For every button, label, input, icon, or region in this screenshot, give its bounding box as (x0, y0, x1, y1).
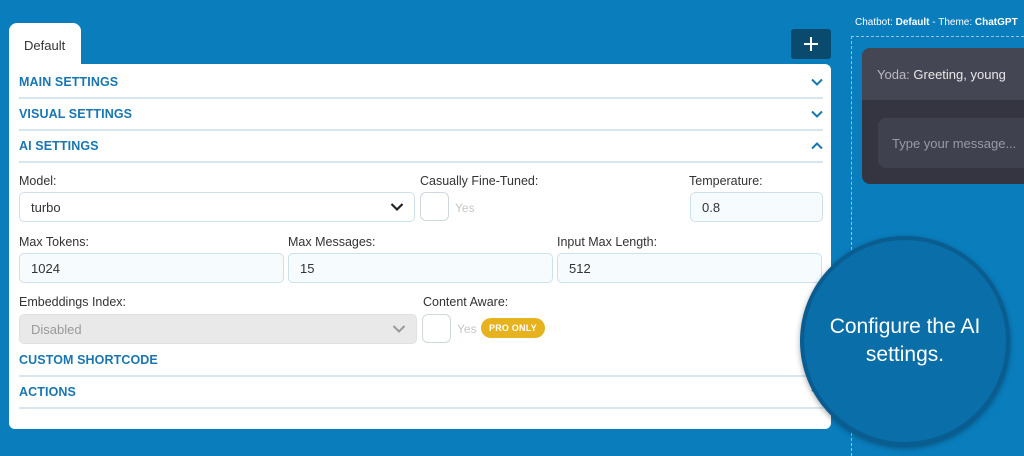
content-aware-yes-label: Yes (457, 322, 477, 336)
section-title: AI SETTINGS (19, 139, 99, 153)
add-chatbot-button[interactable] (791, 29, 831, 59)
section-main-settings[interactable]: MAIN SETTINGS (19, 67, 823, 99)
info-separator: - (929, 17, 939, 28)
content-aware-label: Content Aware: (423, 295, 509, 309)
chat-message-input[interactable]: Type your message... (878, 118, 1024, 168)
input-max-length-value: 512 (569, 261, 591, 276)
chevron-down-icon (811, 78, 823, 86)
chevron-up-icon (811, 142, 823, 150)
model-label: Model: (19, 174, 57, 188)
input-max-length-label: Input Max Length: (557, 235, 658, 249)
chatbot-preview: Yoda: Greeting, young Type your message.… (862, 48, 1024, 184)
tab-label: Default (24, 38, 66, 53)
section-ai-settings[interactable]: AI SETTINGS (19, 131, 823, 163)
chevron-down-icon (811, 110, 823, 118)
section-title: VISUAL SETTINGS (19, 107, 133, 121)
callout-bubble: Configure the AI settings. (800, 236, 1010, 446)
model-select[interactable]: turbo (19, 192, 415, 222)
message-text: Greeting, young (913, 67, 1006, 82)
message-sender: Yoda: (877, 67, 910, 82)
section-title: ACTIONS (19, 385, 76, 399)
tab-default[interactable]: Default (9, 23, 81, 65)
max-messages-input[interactable]: 15 (288, 253, 553, 283)
chatbot-value: Default (895, 17, 930, 28)
max-tokens-label: Max Tokens: (19, 235, 89, 249)
content-aware-checkbox[interactable] (422, 314, 451, 343)
theme-label: Theme: (938, 17, 973, 28)
fine-tuned-label: Casually Fine-Tuned: (420, 174, 539, 188)
max-messages-value: 15 (300, 261, 315, 276)
embeddings-index-value: Disabled (31, 322, 82, 337)
chat-message: Yoda: Greeting, young (862, 48, 1024, 100)
chatbot-label: Chatbot: (855, 17, 893, 28)
plus-icon (804, 37, 818, 51)
temperature-value: 0.8 (702, 200, 721, 215)
max-tokens-value: 1024 (31, 261, 60, 276)
chat-input-placeholder: Type your message... (892, 136, 1017, 151)
callout-text: Configure the AI settings. (829, 315, 981, 366)
section-visual-settings[interactable]: VISUAL SETTINGS (19, 99, 823, 131)
input-max-length-input[interactable]: 512 (557, 253, 822, 283)
model-value: turbo (31, 200, 61, 215)
chevron-down-icon (390, 203, 404, 212)
embeddings-index-select[interactable]: Disabled (19, 314, 417, 344)
temperature-input[interactable]: 0.8 (690, 192, 823, 222)
pro-only-badge: PRO ONLY (481, 318, 545, 338)
section-title: CUSTOM SHORTCODE (19, 353, 158, 367)
section-actions[interactable]: ACTIONS (19, 377, 823, 409)
max-tokens-input[interactable]: 1024 (19, 253, 284, 283)
chatbot-preview-info: Chatbot: Default - Theme: ChatGPT (855, 17, 1018, 28)
embeddings-index-label: Embeddings Index: (19, 295, 127, 309)
theme-value: ChatGPT (974, 17, 1018, 28)
chevron-down-icon (392, 325, 406, 333)
temperature-label: Temperature: (689, 174, 763, 188)
fine-tuned-checkbox[interactable] (420, 192, 449, 221)
max-messages-label: Max Messages: (288, 235, 376, 249)
fine-tuned-yes-label: Yes (455, 201, 475, 215)
section-custom-shortcode[interactable]: CUSTOM SHORTCODE (19, 345, 823, 377)
section-title: MAIN SETTINGS (19, 75, 119, 89)
settings-panel: MAIN SETTINGS VISUAL SETTINGS AI SETTING… (9, 64, 831, 429)
